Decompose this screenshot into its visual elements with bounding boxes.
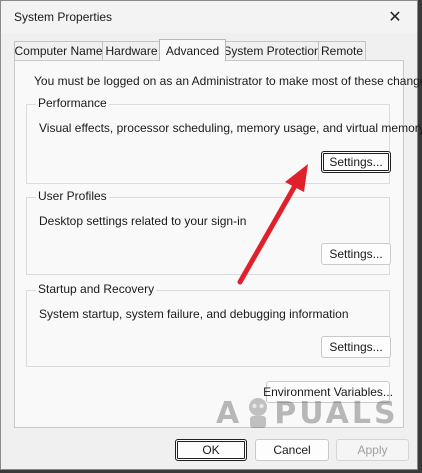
- button-label: OK: [202, 443, 220, 457]
- tab-label: Advanced: [165, 43, 220, 58]
- watermark-letter: A: [216, 395, 243, 431]
- close-button[interactable]: ✕: [373, 1, 417, 33]
- user-profiles-title: User Profiles: [36, 189, 109, 203]
- advanced-tab-panel: You must be logged on as an Administrato…: [14, 60, 422, 428]
- tab-remote[interactable]: Remote: [318, 41, 366, 60]
- admin-note: You must be logged on as an Administrato…: [34, 74, 422, 88]
- appuals-watermark: A PUALS: [216, 393, 399, 433]
- startup-recovery-group: Startup and Recovery System startup, sys…: [26, 282, 391, 367]
- startup-recovery-title: Startup and Recovery: [36, 282, 157, 296]
- cancel-button[interactable]: Cancel: [255, 439, 329, 461]
- dialog-footer: OK Cancel Apply: [1, 429, 417, 469]
- user-profiles-group: User Profiles Desktop settings related t…: [26, 189, 391, 275]
- startup-recovery-settings-button[interactable]: Settings...: [321, 336, 391, 358]
- button-label: Settings...: [329, 155, 383, 169]
- title-bar[interactable]: System Properties ✕: [1, 1, 417, 33]
- tab-label: Hardware: [105, 44, 158, 58]
- user-profiles-settings-button[interactable]: Settings...: [321, 243, 391, 265]
- performance-settings-button[interactable]: Settings...: [321, 151, 391, 173]
- performance-group: Performance Visual effects, processor sc…: [26, 96, 422, 184]
- close-icon: ✕: [388, 9, 402, 26]
- startup-recovery-description: System startup, system failure, and debu…: [39, 307, 349, 321]
- performance-description: Visual effects, processor scheduling, me…: [39, 121, 422, 135]
- watermark-text: PUALS: [274, 395, 399, 431]
- performance-title: Performance: [36, 96, 109, 110]
- apply-button[interactable]: Apply: [336, 439, 409, 461]
- tab-label: Remote: [320, 44, 364, 58]
- appuals-mascot-icon: [249, 398, 268, 428]
- button-label: Cancel: [273, 443, 311, 457]
- user-profiles-description: Desktop settings related to your sign-in: [39, 214, 247, 228]
- tab-computer-name[interactable]: Computer Name: [14, 41, 103, 60]
- button-label: Apply: [357, 443, 388, 457]
- tab-system-protection[interactable]: System Protection: [223, 41, 321, 60]
- tab-hardware[interactable]: Hardware: [102, 41, 161, 60]
- tab-advanced[interactable]: Advanced: [159, 39, 226, 61]
- tab-label: System Protection: [223, 44, 321, 58]
- tab-label: Computer Name: [14, 44, 103, 58]
- ok-button[interactable]: OK: [175, 439, 247, 461]
- button-label: Settings...: [329, 247, 383, 261]
- window-title: System Properties: [14, 10, 113, 24]
- button-label: Settings...: [329, 340, 383, 354]
